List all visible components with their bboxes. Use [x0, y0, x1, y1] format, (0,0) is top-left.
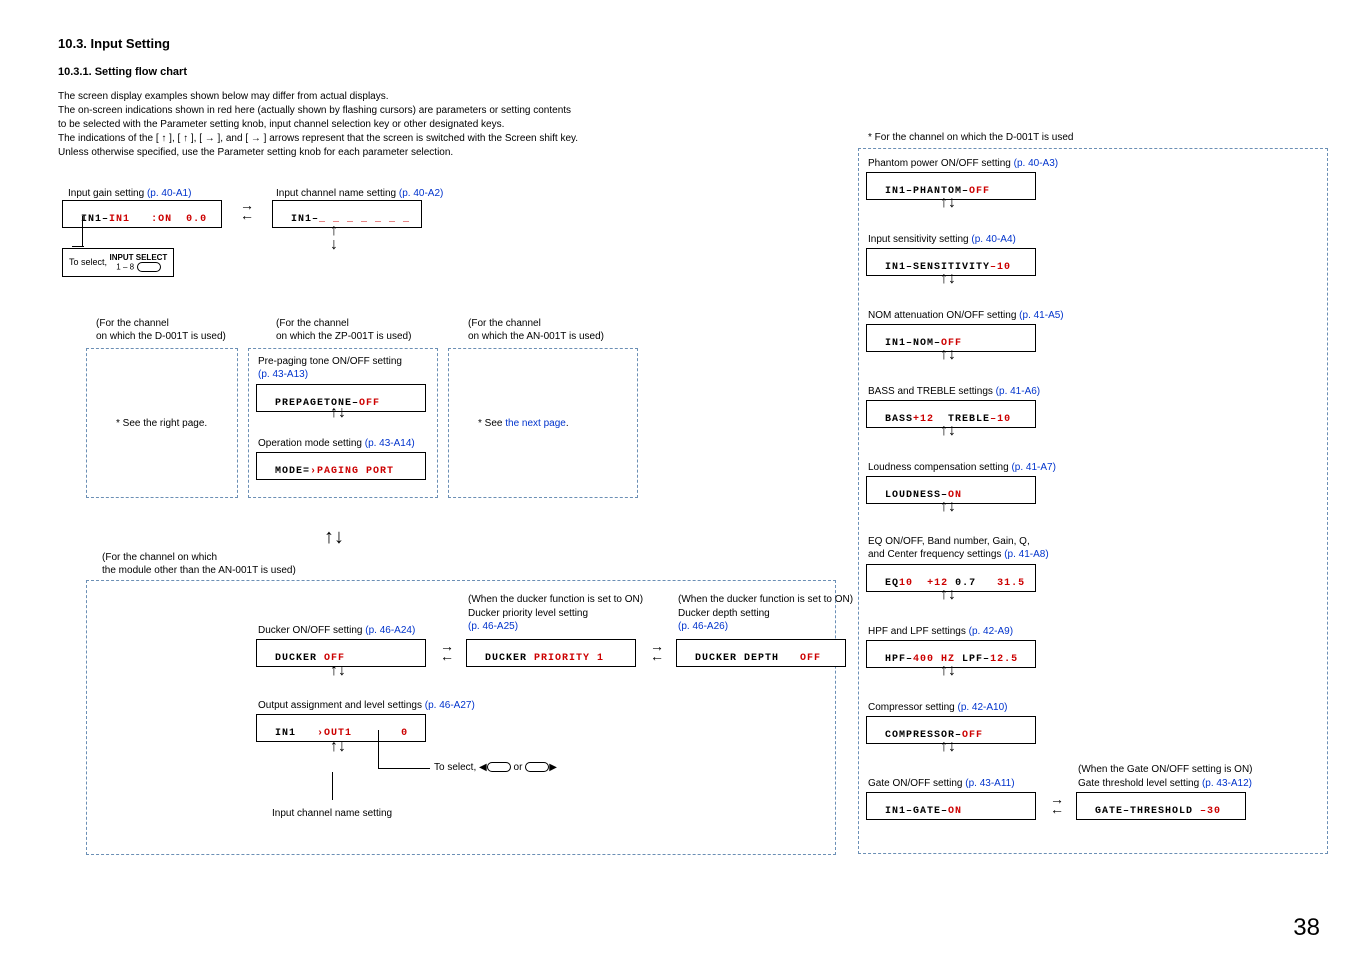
ref-p43-a14[interactable]: (p. 43-A14) [365, 438, 415, 449]
lcd-ducker-depth: DUCKER DEPTH OFF [676, 639, 846, 667]
for-other-module: (For the channel on whichthe module othe… [102, 552, 296, 577]
desc-l5: Unless otherwise specified, use the Para… [58, 146, 618, 160]
output-assign-label: Output assignment and level settings (p.… [258, 700, 475, 713]
ref-p40-a3[interactable]: (p. 40-A3) [1014, 158, 1058, 169]
arrow-ud-r8: ↑↓ [940, 740, 956, 754]
arrow-ud-r4: ↑↓ [940, 424, 956, 438]
subsection-title: 10.3.1. Setting flow chart [58, 66, 187, 78]
right-oval-button-icon [525, 762, 549, 772]
lcd-ducker-priority: DUCKER PRIORITY 1 [466, 639, 636, 667]
ducker-depth-label: Ducker depth setting(p. 46-A26) [678, 608, 770, 633]
ref-p41-a5[interactable]: (p. 41-A5) [1019, 310, 1063, 321]
when-ducker-on-1: (When the ducker function is set to ON) [468, 594, 643, 607]
ref-p42-a9[interactable]: (p. 42-A9) [969, 626, 1013, 637]
section-title: 10.3. Input Setting [58, 36, 170, 51]
ref-p42-a10[interactable]: (p. 42-A10) [957, 702, 1007, 713]
input-name-label: Input channel name setting (p. 40-A2) [276, 188, 443, 201]
arrow-ud-r1: ↑↓ [940, 196, 956, 210]
bt-label: BASS and TREBLE settings (p. 41-A6) [868, 386, 1040, 399]
ref-p43-a11[interactable]: (p. 43-A11) [965, 778, 1014, 789]
sens-label: Input sensitivity setting (p. 40-A4) [868, 234, 1016, 247]
when-ducker-on-2: (When the ducker function is set to ON) [678, 594, 853, 607]
arrow-ud-2: ↑↓ [330, 664, 346, 678]
eq-label: EQ ON/OFF, Band number, Gain, Q, and Cen… [868, 536, 1049, 561]
arrow-ud-r3: ↑↓ [940, 348, 956, 362]
right-header: * For the channel on which the D-001T is… [868, 132, 1074, 145]
ref-p41-a7[interactable]: (p. 41-A7) [1011, 462, 1055, 473]
gatethr-label: Gate threshold level setting (p. 43-A12) [1078, 778, 1252, 791]
to-select-2: To select, ◀ or ▶ [434, 762, 557, 775]
arrow-ud-big: ↑↓ [324, 530, 344, 544]
ducker-prio-label: Ducker priority level setting(p. 46-A25) [468, 608, 588, 633]
input-gain-label: Input gain setting (p. 40-A1) [68, 188, 191, 201]
ref-p46-a24[interactable]: (p. 46-A24) [365, 625, 415, 636]
arrow-ud-r6: ↑↓ [940, 588, 956, 602]
ref-p46-a25[interactable]: (p. 46-A25) [468, 621, 518, 632]
for-an001t: (For the channelon which the AN-001T is … [468, 318, 604, 343]
ducker-onoff-label: Ducker ON/OFF setting (p. 46-A24) [258, 625, 415, 638]
lcd-input-gain: IN1–IN1 :ON 0.0 [62, 200, 222, 228]
gate-label: Gate ON/OFF setting (p. 43-A11) [868, 778, 1015, 791]
for-zp001t: (For the channelon which the ZP-001T is … [276, 318, 411, 343]
arrow-ud: ↑↓ [330, 406, 346, 420]
comp-label: Compressor setting (p. 42-A10) [868, 702, 1008, 715]
prepage-label: Pre-paging tone ON/OFF setting(p. 43-A13… [258, 356, 428, 381]
lcd-opmode: MODE=›PAGING PORT [256, 452, 426, 480]
opmode-label: Operation mode setting (p. 43-A14) [258, 438, 415, 451]
arrow-rl: →← [432, 641, 462, 661]
arrow-ud-r2: ↑↓ [940, 272, 956, 286]
arrow-ud-3: ↑↓ [330, 740, 346, 754]
hpf-label: HPF and LPF settings (p. 42-A9) [868, 626, 1013, 639]
ref-p43-a12[interactable]: (p. 43-A12) [1202, 778, 1252, 789]
when-gate-on: (When the Gate ON/OFF setting is ON) [1078, 764, 1253, 777]
ref-p41-a8[interactable]: (p. 41-A8) [1004, 549, 1048, 560]
nom-label: NOM attenuation ON/OFF setting (p. 41-A5… [868, 310, 1064, 323]
for-d001t: (For the channelon which the D-001T is u… [96, 318, 226, 343]
input-name-setting-bottom: Input channel name setting [272, 808, 392, 821]
see-right-page: * See the right page. [116, 418, 207, 431]
left-oval-button-icon [487, 762, 511, 772]
arrow-right-left: →← [232, 200, 262, 220]
ref-p40-a4[interactable]: (p. 40-A4) [971, 234, 1015, 245]
ref-p43-a13[interactable]: (p. 43-A13) [258, 369, 308, 380]
desc-l2: The on-screen indications shown in red h… [58, 104, 618, 118]
arrow-rl-gate: →← [1042, 794, 1072, 814]
arrow-ud-r7: ↑↓ [940, 664, 956, 678]
desc-l4: The indications of the [ ↑ ], [ ↑ ], [ →… [58, 132, 618, 146]
to-select-box: To select, INPUT SELECT 1 – 8 [62, 248, 174, 277]
page-number: 38 [1293, 914, 1320, 942]
arrow-rl-2: →← [642, 641, 672, 661]
ref-p41-a6[interactable]: (p. 41-A6) [996, 386, 1040, 397]
desc-l1: The screen display examples shown below … [58, 90, 618, 104]
lcd-input-name: IN1–_ _ _ _ _ _ _ [272, 200, 422, 228]
arrow-ud-r5: ↑↓ [940, 500, 956, 514]
loud-label: Loudness compensation setting (p. 41-A7) [868, 462, 1056, 475]
lcd-gate-threshold: GATE–THRESHOLD –30 [1076, 792, 1246, 820]
ref-p46-a27[interactable]: (p. 46-A27) [425, 700, 475, 711]
see-next-page: * See the next page. [478, 418, 569, 431]
input-select-button-icon [137, 262, 161, 272]
ref-p46-a26[interactable]: (p. 46-A26) [678, 621, 728, 632]
arrow-down: ↑↓ [330, 224, 338, 252]
lcd-gate: IN1–GATE–ON [866, 792, 1036, 820]
phantom-label: Phantom power ON/OFF setting (p. 40-A3) [868, 158, 1058, 171]
ref-p40-a1[interactable]: (p. 40-A1) [147, 188, 191, 199]
next-page-link[interactable]: the next page [505, 418, 566, 429]
ref-p40-a2[interactable]: (p. 40-A2) [399, 188, 443, 199]
desc-l3: to be selected with the Parameter settin… [58, 118, 618, 132]
